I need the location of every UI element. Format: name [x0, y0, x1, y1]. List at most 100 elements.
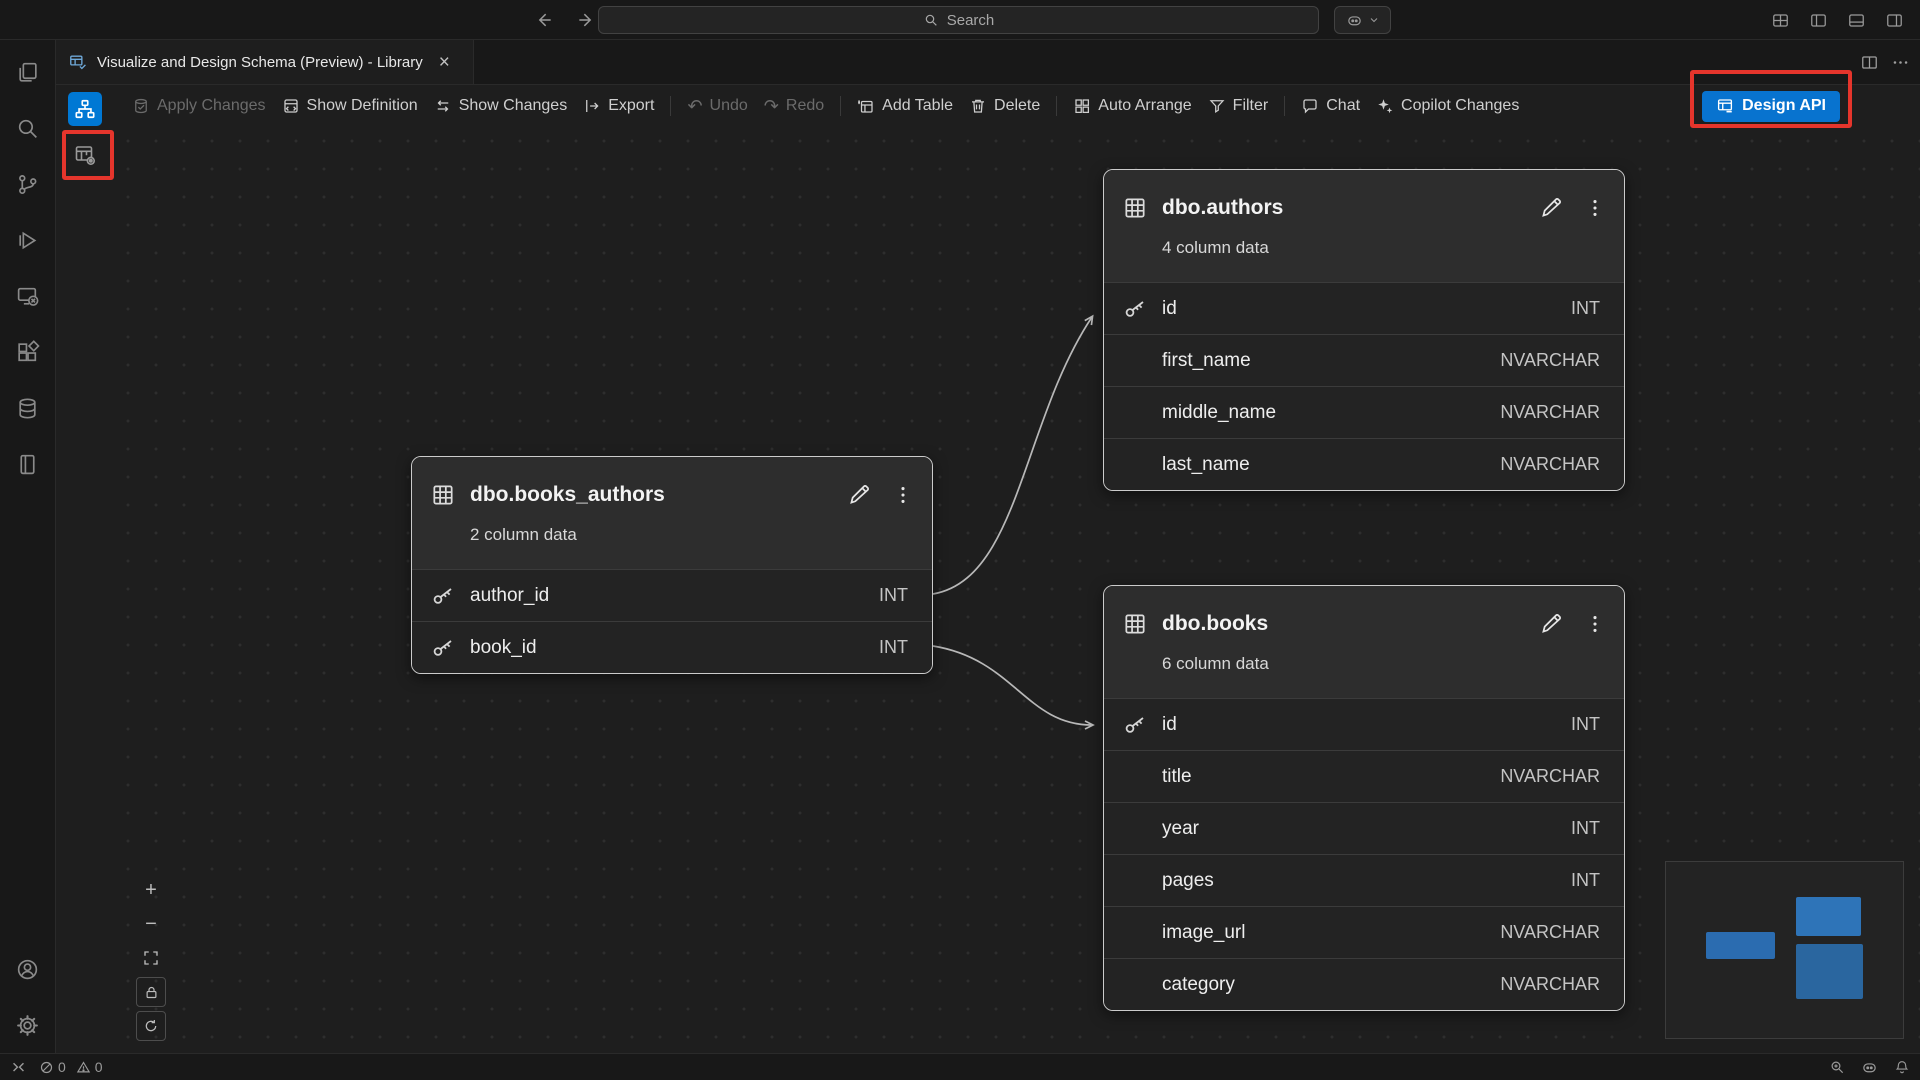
chat-label: Chat	[1326, 97, 1360, 115]
warnings-icon	[76, 1060, 91, 1075]
design-api-icon	[1716, 97, 1734, 115]
zoom-in-button[interactable]: +	[136, 875, 166, 905]
column-row[interactable]: middle_name NVARCHAR	[1104, 386, 1624, 438]
activity-bar	[0, 40, 56, 1053]
key-placeholder	[1122, 348, 1148, 374]
database-projects-tab[interactable]	[4, 436, 52, 492]
column-type: INT	[1571, 818, 1600, 839]
layout-sidebar-right-icon	[1885, 11, 1904, 30]
arrow-right-icon	[576, 10, 596, 30]
table-node-authors[interactable]: dbo.authors 4 column data id INT	[1103, 169, 1625, 491]
column-row[interactable]: author_id INT	[412, 569, 932, 621]
column-row[interactable]: year INT	[1104, 802, 1624, 854]
redo-button[interactable]: ↷ Redo	[756, 91, 832, 121]
status-bar: 0 0	[0, 1053, 1920, 1080]
minimap-node-authors	[1796, 897, 1861, 936]
table-name: dbo.authors	[1162, 196, 1518, 220]
show-changes-button[interactable]: Show Changes	[426, 91, 576, 121]
relationship-edges	[114, 127, 1920, 1053]
column-row[interactable]: first_name NVARCHAR	[1104, 334, 1624, 386]
copilot-status-icon[interactable]	[1861, 1059, 1878, 1076]
warnings-count: 0	[95, 1059, 103, 1075]
accounts-button[interactable]	[4, 941, 52, 997]
column-name: first_name	[1162, 350, 1500, 372]
copilot-changes-button[interactable]: Copilot Changes	[1368, 91, 1527, 121]
nav-forward-button[interactable]	[572, 6, 600, 34]
chevron-down-icon	[1368, 14, 1380, 26]
column-row[interactable]: title NVARCHAR	[1104, 750, 1624, 802]
search-icon	[15, 116, 40, 141]
redo-label: Redo	[786, 97, 824, 115]
column-row[interactable]: category NVARCHAR	[1104, 958, 1624, 1010]
column-type: NVARCHAR	[1500, 350, 1600, 371]
split-editor-icon[interactable]	[1860, 53, 1879, 72]
run-debug-tab[interactable]	[4, 212, 52, 268]
toggle-panel-button[interactable]	[1842, 6, 1870, 34]
apply-changes-button[interactable]: Apply Changes	[124, 91, 274, 121]
search-tab[interactable]	[4, 100, 52, 156]
copilot-menu-button[interactable]	[1334, 6, 1391, 34]
column-count: 6 column data	[1162, 654, 1606, 674]
nav-back-button[interactable]	[530, 6, 558, 34]
redo-icon: ↷	[764, 97, 779, 115]
more-options-icon[interactable]	[892, 484, 914, 506]
settings-button[interactable]	[4, 997, 52, 1053]
schema-visualizer-icon	[74, 98, 96, 120]
auto-arrange-button[interactable]: Auto Arrange	[1065, 91, 1199, 121]
table-definitions-button[interactable]	[68, 138, 102, 172]
table-node-books-authors[interactable]: dbo.books_authors 2 column data author_i…	[411, 456, 933, 674]
toggle-secondary-sidebar-button[interactable]	[1880, 6, 1908, 34]
remote-indicator-icon[interactable]	[10, 1059, 27, 1076]
undo-button[interactable]: ↶ Undo	[679, 91, 755, 121]
search-input[interactable]: Search	[598, 6, 1319, 34]
column-row[interactable]: book_id INT	[412, 621, 932, 673]
column-name: year	[1162, 818, 1571, 840]
toolbar-separator	[840, 96, 841, 116]
schema-file-icon	[68, 53, 87, 72]
sync-button[interactable]	[136, 1011, 166, 1041]
database-tab[interactable]	[4, 380, 52, 436]
customize-layout-button[interactable]	[1766, 6, 1794, 34]
notifications-bell-icon[interactable]	[1894, 1059, 1910, 1075]
column-type: INT	[1571, 298, 1600, 319]
more-options-icon[interactable]	[1584, 613, 1606, 635]
filter-button[interactable]: Filter	[1200, 91, 1277, 121]
design-api-button[interactable]: Design API	[1702, 91, 1840, 122]
tab-schema-designer[interactable]: Visualize and Design Schema (Preview) - …	[56, 40, 474, 84]
problems-indicator[interactable]: 0 0	[39, 1059, 103, 1075]
edit-table-icon[interactable]	[1538, 611, 1564, 637]
table-node-books[interactable]: dbo.books 6 column data id INT	[1103, 585, 1625, 1011]
delete-button[interactable]: Delete	[961, 91, 1048, 121]
sparkle-icon	[1376, 97, 1394, 115]
more-actions-icon[interactable]	[1891, 53, 1910, 72]
fit-view-button[interactable]	[136, 943, 166, 973]
column-row[interactable]: id INT	[1104, 698, 1624, 750]
column-row[interactable]: last_name NVARCHAR	[1104, 438, 1624, 490]
extensions-tab[interactable]	[4, 324, 52, 380]
show-definition-button[interactable]: Show Definition	[274, 91, 426, 121]
schema-canvas[interactable]: dbo.books_authors 2 column data author_i…	[114, 127, 1920, 1053]
export-button[interactable]: Export	[575, 91, 662, 121]
close-icon[interactable]: ×	[439, 53, 450, 72]
remote-explorer-tab[interactable]	[4, 268, 52, 324]
edit-table-icon[interactable]	[1538, 195, 1564, 221]
add-table-button[interactable]: Add Table	[849, 91, 961, 121]
explorer-tab[interactable]	[4, 44, 52, 100]
column-row[interactable]: id INT	[1104, 282, 1624, 334]
toggle-sidebar-button[interactable]	[1804, 6, 1832, 34]
copilot-icon	[1346, 12, 1363, 29]
column-row[interactable]: pages INT	[1104, 854, 1624, 906]
column-row[interactable]: image_url NVARCHAR	[1104, 906, 1624, 958]
chat-button[interactable]: Chat	[1293, 91, 1368, 121]
minimap[interactable]	[1665, 861, 1904, 1039]
lock-button[interactable]	[136, 977, 166, 1007]
more-options-icon[interactable]	[1584, 197, 1606, 219]
zoom-in-label: +	[145, 879, 157, 902]
schema-visualizer-button[interactable]	[68, 92, 102, 126]
search-placeholder: Search	[947, 12, 995, 29]
zoom-status-icon[interactable]	[1829, 1059, 1845, 1075]
edit-table-icon[interactable]	[846, 482, 872, 508]
zoom-out-button[interactable]: −	[136, 909, 166, 939]
source-control-tab[interactable]	[4, 156, 52, 212]
column-type: INT	[1571, 714, 1600, 735]
